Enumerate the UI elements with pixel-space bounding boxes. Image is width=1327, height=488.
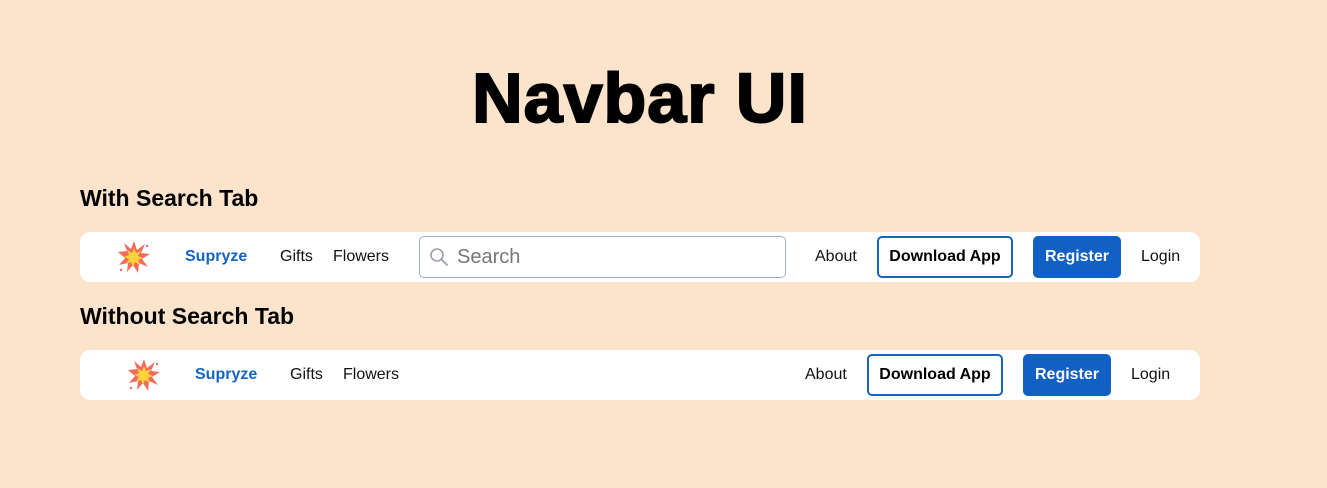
nav-link-about[interactable]: About — [805, 350, 847, 400]
login-link[interactable]: Login — [1131, 350, 1170, 400]
burst-icon[interactable] — [127, 350, 161, 400]
navbar-without-search: Supryze Gifts Flowers About Download App… — [80, 350, 1200, 400]
search-icon — [430, 248, 448, 266]
register-button[interactable]: Register — [1033, 236, 1121, 278]
brand-link[interactable]: Supryze — [185, 232, 247, 282]
nav-link-about[interactable]: About — [815, 232, 857, 282]
login-link[interactable]: Login — [1141, 232, 1180, 282]
page-title: Navbar UI — [471, 58, 808, 138]
nav-link-flowers[interactable]: Flowers — [343, 350, 399, 400]
navbar-with-search: Supryze Gifts Flowers About Download App… — [80, 232, 1200, 282]
search-box — [419, 236, 786, 278]
burst-icon[interactable] — [117, 232, 151, 282]
download-app-button[interactable]: Download App — [877, 236, 1013, 278]
nav-link-flowers[interactable]: Flowers — [333, 232, 389, 282]
search-input[interactable] — [457, 245, 757, 269]
section-title-without-search: Without Search Tab — [80, 303, 295, 329]
download-app-button[interactable]: Download App — [867, 354, 1003, 396]
section-title-with-search: With Search Tab — [80, 185, 259, 211]
brand-link[interactable]: Supryze — [195, 350, 257, 400]
nav-link-gifts[interactable]: Gifts — [280, 232, 313, 282]
nav-link-gifts[interactable]: Gifts — [290, 350, 323, 400]
register-button[interactable]: Register — [1023, 354, 1111, 396]
